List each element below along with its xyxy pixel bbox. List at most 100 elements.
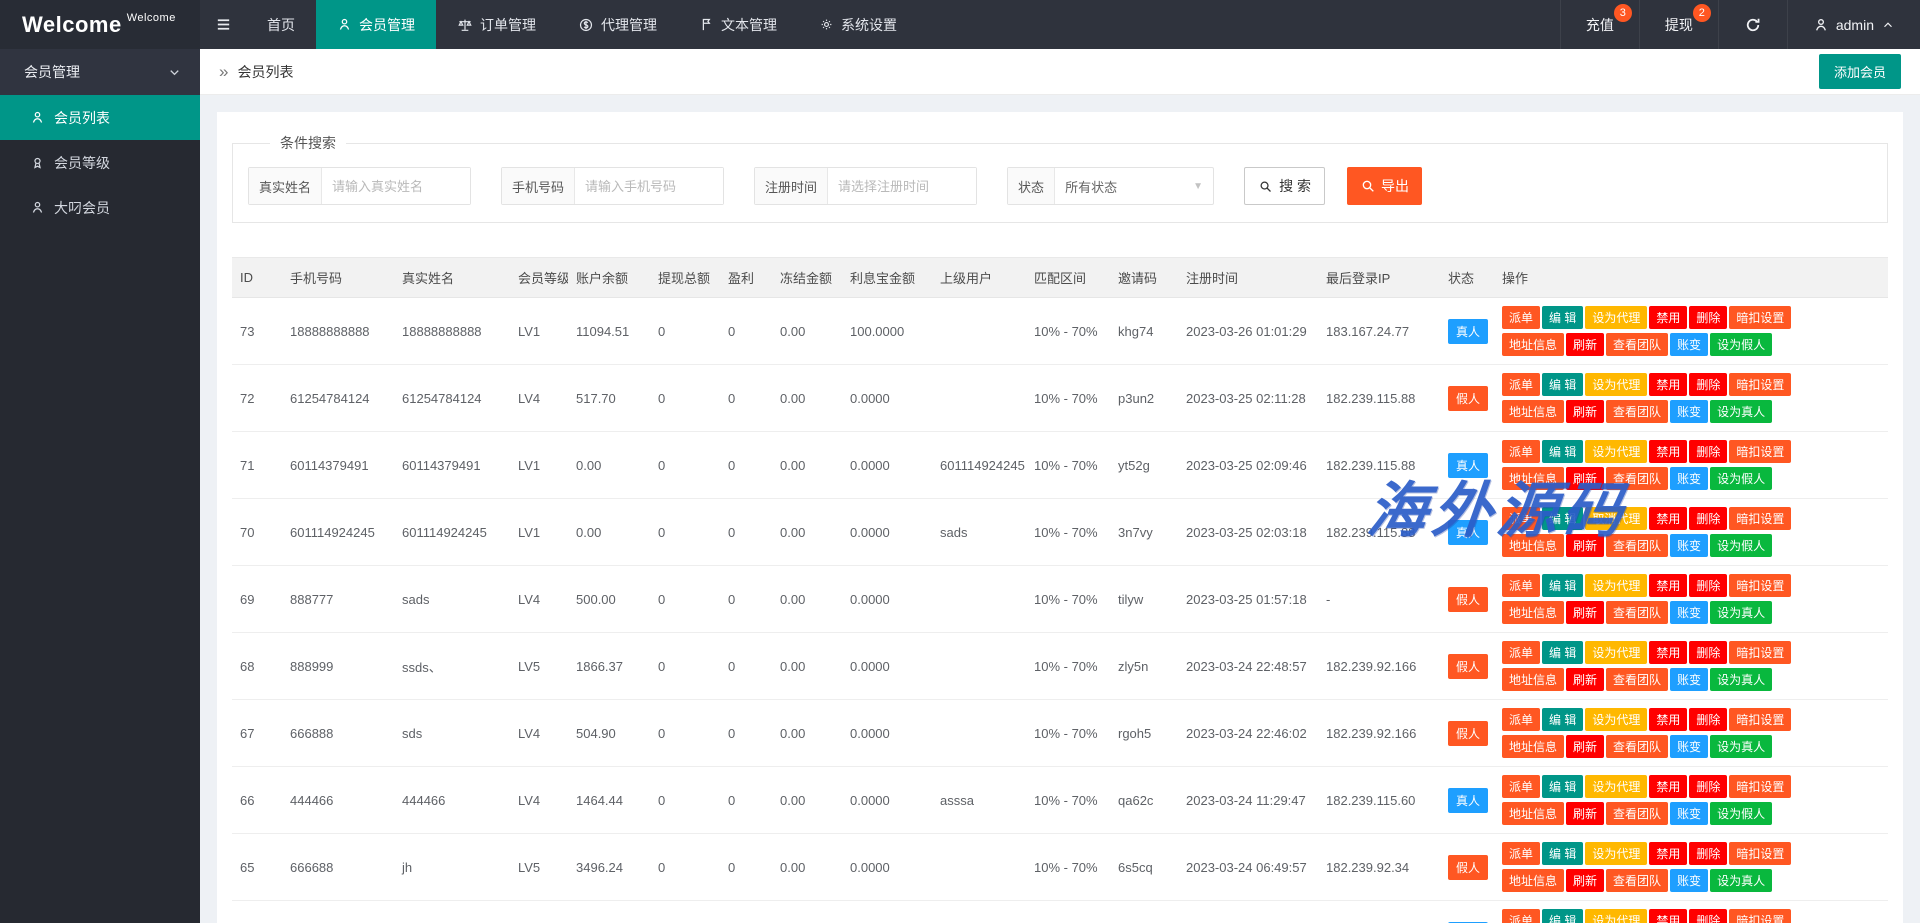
action-button[interactable]: 禁用: [1649, 507, 1687, 530]
action-button[interactable]: 查看团队: [1606, 534, 1668, 557]
action-button[interactable]: 删除: [1689, 909, 1727, 923]
action-button[interactable]: 禁用: [1649, 574, 1687, 597]
action-button[interactable]: 删除: [1689, 507, 1727, 530]
action-button[interactable]: 暗扣设置: [1729, 306, 1791, 329]
action-button[interactable]: 刷新: [1566, 534, 1604, 557]
action-button[interactable]: 暗扣设置: [1729, 842, 1791, 865]
action-button[interactable]: 删除: [1689, 708, 1727, 731]
action-button[interactable]: 账变: [1670, 802, 1708, 825]
action-button[interactable]: 刷新: [1566, 467, 1604, 490]
action-button[interactable]: 编 辑: [1542, 373, 1583, 396]
add-member-button[interactable]: 添加会员: [1819, 54, 1901, 89]
action-button[interactable]: 派单: [1502, 373, 1540, 396]
action-button[interactable]: 禁用: [1649, 909, 1687, 923]
action-button[interactable]: 刷新: [1566, 869, 1604, 892]
action-button[interactable]: 暗扣设置: [1729, 708, 1791, 731]
action-button[interactable]: 设为真人: [1710, 869, 1772, 892]
action-button[interactable]: 编 辑: [1542, 641, 1583, 664]
action-button[interactable]: 禁用: [1649, 708, 1687, 731]
action-button[interactable]: 删除: [1689, 306, 1727, 329]
action-button[interactable]: 设为代理: [1585, 641, 1647, 664]
action-button[interactable]: 派单: [1502, 574, 1540, 597]
action-button[interactable]: 派单: [1502, 507, 1540, 530]
action-button[interactable]: 查看团队: [1606, 668, 1668, 691]
action-button[interactable]: 设为真人: [1710, 601, 1772, 624]
status-select[interactable]: 状态 所有状态 ▼: [1007, 167, 1214, 205]
action-button[interactable]: 设为代理: [1585, 775, 1647, 798]
nav-item[interactable]: 文本管理: [678, 0, 798, 49]
action-button[interactable]: 账变: [1670, 735, 1708, 758]
action-button[interactable]: 查看团队: [1606, 802, 1668, 825]
action-button[interactable]: 暗扣设置: [1729, 909, 1791, 923]
action-button[interactable]: 设为代理: [1585, 373, 1647, 396]
action-button[interactable]: 派单: [1502, 842, 1540, 865]
action-button[interactable]: 地址信息: [1502, 467, 1564, 490]
action-button[interactable]: 编 辑: [1542, 306, 1583, 329]
action-button[interactable]: 设为真人: [1710, 668, 1772, 691]
search-button[interactable]: 搜 索: [1244, 167, 1325, 205]
action-button[interactable]: 刷新: [1566, 400, 1604, 423]
action-button[interactable]: 地址信息: [1502, 534, 1564, 557]
nav-item[interactable]: 系统设置: [798, 0, 918, 49]
action-button[interactable]: 禁用: [1649, 775, 1687, 798]
action-button[interactable]: 暗扣设置: [1729, 641, 1791, 664]
action-button[interactable]: 编 辑: [1542, 440, 1583, 463]
action-button[interactable]: 地址信息: [1502, 668, 1564, 691]
search-input[interactable]: [575, 168, 723, 204]
action-button[interactable]: 查看团队: [1606, 869, 1668, 892]
action-button[interactable]: 派单: [1502, 708, 1540, 731]
action-button[interactable]: 删除: [1689, 574, 1727, 597]
action-button[interactable]: 设为假人: [1710, 802, 1772, 825]
user-menu[interactable]: admin: [1787, 0, 1920, 49]
action-button[interactable]: 刷新: [1566, 333, 1604, 356]
action-button[interactable]: 查看团队: [1606, 735, 1668, 758]
action-button[interactable]: 派单: [1502, 641, 1540, 664]
action-button[interactable]: 账变: [1670, 869, 1708, 892]
action-button[interactable]: 查看团队: [1606, 601, 1668, 624]
action-button[interactable]: 设为代理: [1585, 574, 1647, 597]
action-button[interactable]: 地址信息: [1502, 869, 1564, 892]
action-button[interactable]: 设为假人: [1710, 534, 1772, 557]
action-button[interactable]: 设为假人: [1710, 467, 1772, 490]
sidebar-group-member-management[interactable]: 会员管理: [0, 49, 200, 95]
action-button[interactable]: 地址信息: [1502, 601, 1564, 624]
action-button[interactable]: 编 辑: [1542, 842, 1583, 865]
withdraw-nav-item[interactable]: 提现 2: [1639, 0, 1718, 49]
action-button[interactable]: 查看团队: [1606, 400, 1668, 423]
action-button[interactable]: 禁用: [1649, 440, 1687, 463]
action-button[interactable]: 派单: [1502, 306, 1540, 329]
action-button[interactable]: 账变: [1670, 467, 1708, 490]
action-button[interactable]: 删除: [1689, 440, 1727, 463]
nav-item[interactable]: 代理管理: [557, 0, 678, 49]
action-button[interactable]: 暗扣设置: [1729, 775, 1791, 798]
action-button[interactable]: 设为代理: [1585, 708, 1647, 731]
action-button[interactable]: 编 辑: [1542, 775, 1583, 798]
action-button[interactable]: 编 辑: [1542, 909, 1583, 923]
action-button[interactable]: 设为代理: [1585, 440, 1647, 463]
sidebar-item[interactable]: 会员等级: [0, 140, 200, 185]
action-button[interactable]: 地址信息: [1502, 735, 1564, 758]
action-button[interactable]: 派单: [1502, 909, 1540, 923]
export-button[interactable]: 导出: [1347, 167, 1422, 205]
action-button[interactable]: 编 辑: [1542, 708, 1583, 731]
action-button[interactable]: 账变: [1670, 333, 1708, 356]
nav-item[interactable]: 首页: [246, 0, 316, 49]
action-button[interactable]: 设为真人: [1710, 400, 1772, 423]
action-button[interactable]: 删除: [1689, 373, 1727, 396]
action-button[interactable]: 删除: [1689, 641, 1727, 664]
search-input[interactable]: [828, 168, 976, 204]
nav-item[interactable]: 订单管理: [436, 0, 557, 49]
action-button[interactable]: 设为真人: [1710, 735, 1772, 758]
action-button[interactable]: 禁用: [1649, 373, 1687, 396]
action-button[interactable]: 删除: [1689, 775, 1727, 798]
action-button[interactable]: 派单: [1502, 775, 1540, 798]
action-button[interactable]: 地址信息: [1502, 333, 1564, 356]
action-button[interactable]: 刷新: [1566, 668, 1604, 691]
action-button[interactable]: 暗扣设置: [1729, 507, 1791, 530]
action-button[interactable]: 设为假人: [1710, 333, 1772, 356]
action-button[interactable]: 刷新: [1566, 802, 1604, 825]
action-button[interactable]: 禁用: [1649, 641, 1687, 664]
search-input[interactable]: [322, 168, 470, 204]
action-button[interactable]: 账变: [1670, 668, 1708, 691]
action-button[interactable]: 取消代理: [1585, 507, 1647, 530]
